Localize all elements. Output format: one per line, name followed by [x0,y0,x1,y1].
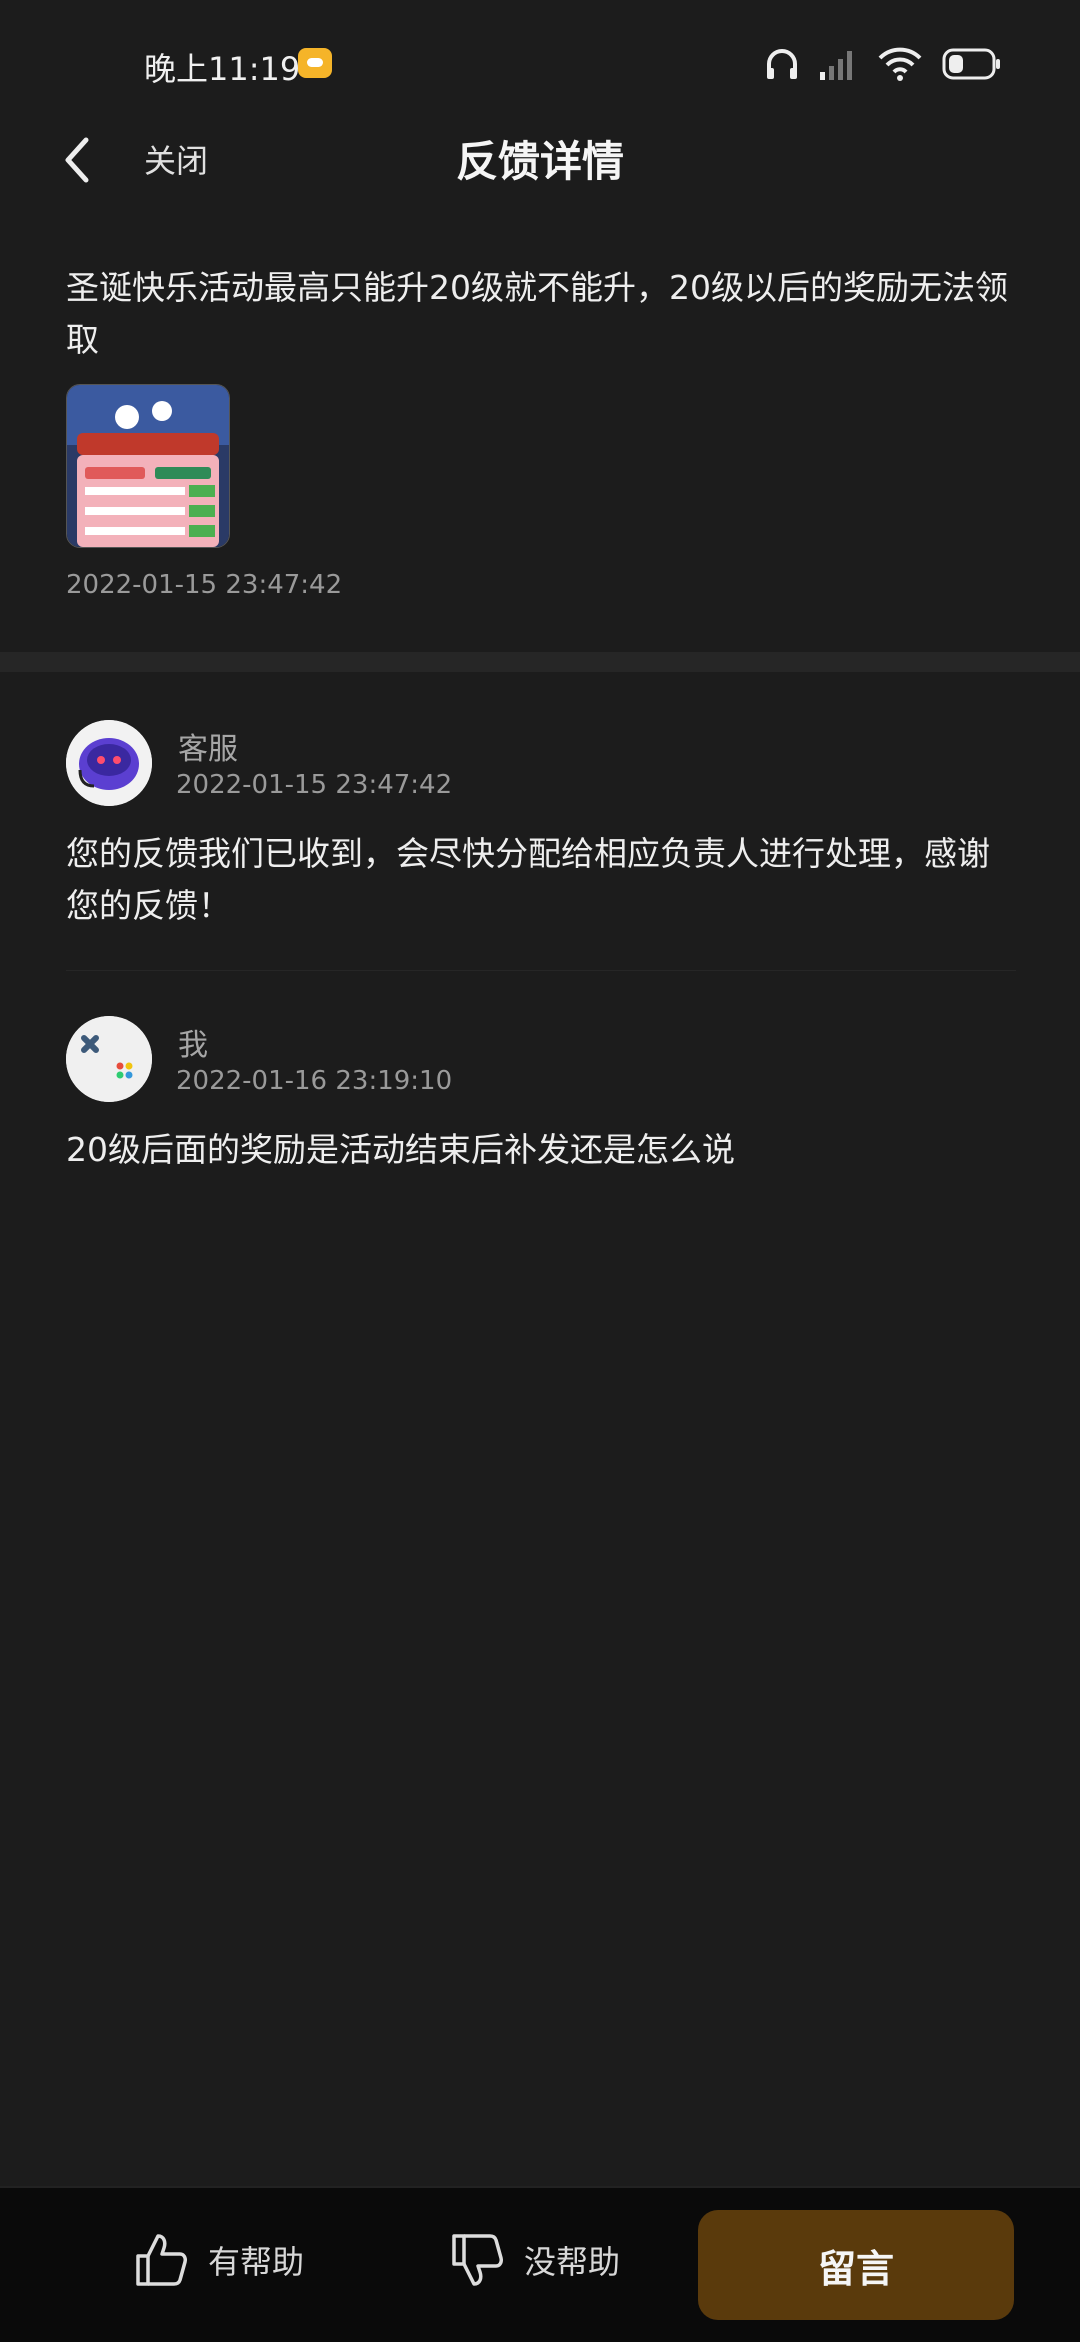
page-title: 反馈详情 [455,137,624,186]
unhelpful-label: 没帮助 [524,2243,621,2281]
message-content: 20级后面的奖励是活动结束后补发还是怎么说 [66,1130,735,1169]
sender-name: 客服 [178,732,238,767]
message-time: 2022-01-15 23:47:42 [176,770,453,800]
comment-button[interactable]: 留言 [698,2210,1014,2320]
bottom-bar: 有帮助 没帮助 留言 [0,2186,1080,2342]
status-icons [764,44,1002,84]
message-time: 2022-01-16 23:19:10 [176,1066,453,1096]
battery-icon [942,48,1000,80]
sender-name: 我 [178,1028,208,1063]
chat-notification-icon [298,48,332,78]
thumbs-down-icon [452,2234,503,2286]
avatar [66,1016,152,1102]
screenshot-thumbnail [67,385,229,547]
nav-bar: 关闭 反馈详情 [0,120,1080,200]
helpful-label: 有帮助 [208,2243,305,2281]
message-content: 您的反馈我们已收到，会尽快分配给相应负责人进行处理，感谢您的反馈！ [66,834,990,925]
avatar [66,720,152,806]
signal-icon [820,51,852,80]
attachment-thumbnail[interactable] [66,384,230,548]
thumbs-up-icon [136,2234,187,2286]
feedback-time: 2022-01-15 23:47:42 [66,570,343,600]
headphones-icon [767,49,797,79]
section-divider [0,652,1080,672]
helpful-button[interactable]: 有帮助 [134,2230,304,2290]
status-bar: 晚上11:19 [0,0,1080,130]
status-time: 晚上11:19 [144,50,301,88]
robot-avatar-icon [66,720,152,806]
wifi-icon [878,47,922,81]
feedback-text: 圣诞快乐活动最高只能升20级就不能升，20级以后的奖励无法领取 [66,268,1008,359]
message-divider [66,970,1016,971]
gamepad-avatar-icon [66,1016,152,1102]
unhelpful-button[interactable]: 没帮助 [450,2230,620,2290]
